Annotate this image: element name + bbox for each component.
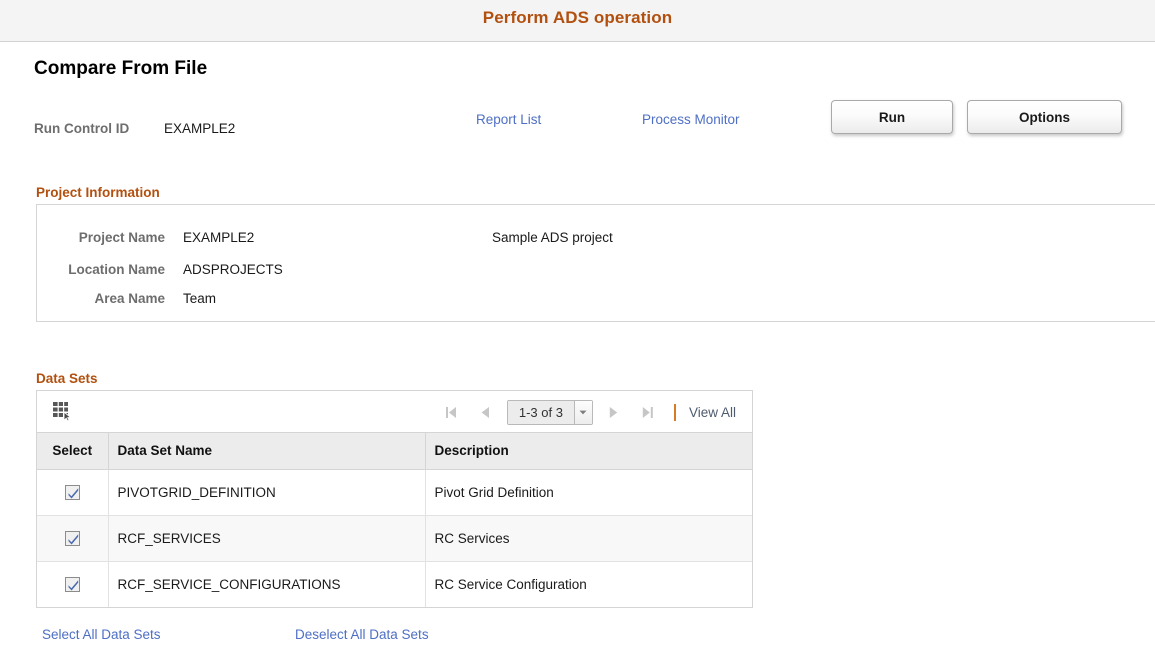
row-select-cell — [37, 515, 108, 561]
run-button[interactable]: Run — [831, 100, 953, 134]
row-select-cell — [37, 561, 108, 607]
row-data-set-name: RCF_SERVICE_CONFIGURATIONS — [108, 561, 425, 607]
row-select-cell — [37, 469, 108, 515]
table-header-row: Select Data Set Name Description — [37, 433, 752, 469]
project-information-caption: Project Information — [36, 185, 160, 200]
table-row: RCF_SERVICES RC Services — [37, 515, 752, 561]
page-title: Compare From File — [34, 58, 207, 80]
process-monitor-link[interactable]: Process Monitor — [642, 112, 740, 127]
row-description: RC Services — [425, 515, 752, 561]
project-name-label: Project Name — [33, 230, 165, 245]
next-page-icon[interactable] — [597, 391, 631, 433]
grid-pager: 1-3 of 3 View All — [435, 391, 744, 433]
select-all-data-sets-link[interactable]: Select All Data Sets — [42, 627, 161, 642]
project-description-value: Sample ADS project — [492, 230, 613, 245]
run-control-id-value: EXAMPLE2 — [164, 121, 235, 136]
page-header-bar: Perform ADS operation — [0, 0, 1155, 42]
area-name-value: Team — [183, 291, 216, 306]
data-sets-table: Select Data Set Name Description PIVOTGR… — [37, 433, 752, 607]
options-button[interactable]: Options — [967, 100, 1122, 134]
row-select-checkbox[interactable] — [65, 577, 80, 592]
data-sets-grid-toolbar: 1-3 of 3 View All — [37, 391, 752, 433]
view-all-link[interactable]: View All — [689, 405, 744, 420]
row-select-checkbox[interactable] — [65, 531, 80, 546]
page-range-label: 1-3 of 3 — [508, 401, 574, 424]
row-data-set-name: RCF_SERVICES — [108, 515, 425, 561]
data-sets-caption: Data Sets — [36, 371, 98, 386]
data-sets-grid: 1-3 of 3 View All — [36, 390, 753, 608]
column-header-description: Description — [425, 433, 752, 469]
data-sets-table-body: PIVOTGRID_DEFINITION Pivot Grid Definiti… — [37, 469, 752, 607]
first-page-icon[interactable] — [435, 391, 469, 433]
page-range-selector[interactable]: 1-3 of 3 — [507, 400, 593, 425]
row-select-checkbox[interactable] — [65, 485, 80, 500]
project-name-value: EXAMPLE2 — [183, 230, 254, 245]
table-row: RCF_SERVICE_CONFIGURATIONS RC Service Co… — [37, 561, 752, 607]
area-name-label: Area Name — [33, 291, 165, 306]
column-header-data-set-name: Data Set Name — [108, 433, 425, 469]
previous-page-icon[interactable] — [469, 391, 503, 433]
last-page-icon[interactable] — [631, 391, 665, 433]
row-description: RC Service Configuration — [425, 561, 752, 607]
table-row: PIVOTGRID_DEFINITION Pivot Grid Definiti… — [37, 469, 752, 515]
location-name-label: Location Name — [33, 262, 165, 277]
run-control-id-label: Run Control ID — [34, 121, 129, 136]
row-data-set-name: PIVOTGRID_DEFINITION — [108, 469, 425, 515]
location-name-value: ADSPROJECTS — [183, 262, 283, 277]
page-title-banner: Perform ADS operation — [0, 8, 1155, 28]
pager-separator — [674, 404, 676, 421]
chevron-down-icon[interactable] — [574, 401, 592, 424]
row-description: Pivot Grid Definition — [425, 469, 752, 515]
report-list-link[interactable]: Report List — [476, 112, 541, 127]
grid-personalize-icon[interactable] — [53, 402, 73, 421]
column-header-select: Select — [37, 433, 108, 469]
deselect-all-data-sets-link[interactable]: Deselect All Data Sets — [295, 627, 429, 642]
